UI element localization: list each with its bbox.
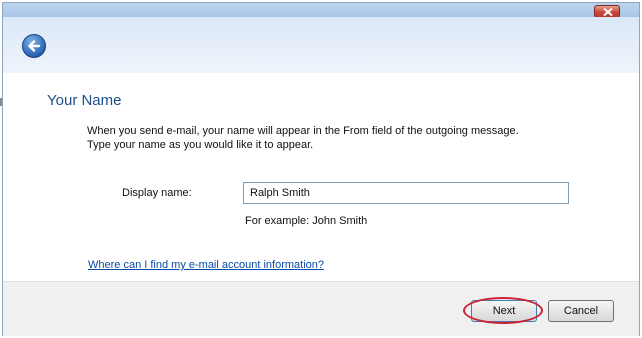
- next-button[interactable]: Next: [471, 300, 537, 322]
- navigation-area: [3, 17, 639, 73]
- instructions-text: When you send e-mail, your name will app…: [87, 124, 607, 152]
- cancel-button[interactable]: Cancel: [548, 300, 614, 322]
- button-bar: [3, 281, 639, 336]
- display-name-input[interactable]: [243, 182, 569, 204]
- help-link[interactable]: Where can I find my e-mail account infor…: [88, 259, 324, 271]
- back-button[interactable]: [22, 34, 46, 58]
- edge-marker: [0, 98, 2, 106]
- page-title: Your Name: [47, 92, 122, 109]
- title-bar: [3, 3, 639, 17]
- example-hint: For example: John Smith: [245, 215, 368, 227]
- instruction-line: When you send e-mail, your name will app…: [87, 125, 519, 137]
- display-name-label: Display name:: [122, 187, 192, 199]
- back-arrow-icon: [28, 40, 41, 52]
- instruction-line: Type your name as you would like it to a…: [87, 139, 314, 151]
- close-icon: [603, 8, 613, 16]
